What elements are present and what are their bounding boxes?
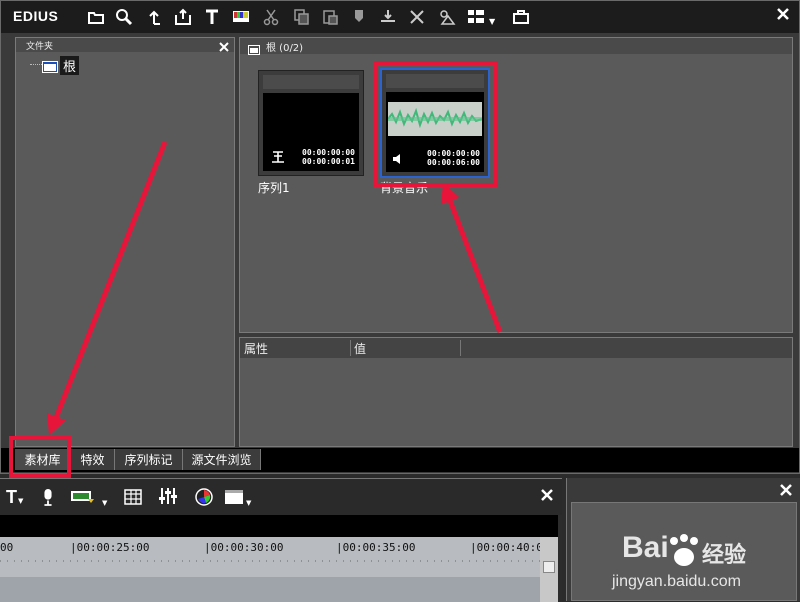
folder-pane-close-icon[interactable] <box>218 38 230 52</box>
clip-pane: 根 (0/2) 00:00:00:00 00:00:00:01 序列1 00:0… <box>239 37 793 333</box>
color-wheel-icon[interactable] <box>194 487 214 511</box>
paste-icon[interactable] <box>320 7 340 27</box>
clip-tc-in: 00:00:00:00 <box>302 148 355 157</box>
folder-icon <box>248 40 260 55</box>
timeline-ruler[interactable]: 00 |00:00:25:00 |00:00:30:00 |00:00:35:0… <box>0 537 543 577</box>
col-header-property[interactable]: 属性 <box>244 340 268 357</box>
watermark-brand-suffix: 经验 <box>702 542 747 567</box>
tab-effects[interactable]: 特效 <box>71 449 115 470</box>
clip-sequence[interactable]: 00:00:00:00 00:00:00:01 <box>258 70 364 176</box>
window-layout-dropdown-icon[interactable]: ▼ <box>246 499 251 507</box>
render-dropdown-icon[interactable]: ▼ <box>102 499 107 507</box>
tab-source-browser[interactable]: 源文件浏览 <box>183 449 261 470</box>
microphone-icon[interactable] <box>40 487 56 511</box>
cut-icon[interactable] <box>261 7 281 27</box>
side-panel-window: Bai 经验 jingyan.baidu.com <box>566 478 800 601</box>
watermark-brand: Bai <box>622 531 669 564</box>
side-panel-close-icon[interactable] <box>779 482 793 496</box>
ruler-label: |00:00:35:00 <box>336 541 416 554</box>
paw-logo-icon <box>664 533 704 569</box>
highlight-box-clip <box>374 61 498 187</box>
scroll-up-icon[interactable] <box>543 561 555 573</box>
column-separator[interactable] <box>460 340 461 356</box>
tab-bar: 素材库 特效 序列标记 源文件浏览 <box>1 448 799 472</box>
col-header-value[interactable]: 值 <box>354 340 366 357</box>
timeline-toolbar: T ▼ ▼ ▼ <box>0 479 562 515</box>
marker-icon[interactable] <box>349 7 369 27</box>
timeline-window: T ▼ ▼ ▼ 00 |00:00:25:00 |00:00:30:00 |00… <box>0 478 562 602</box>
app-logo: EDIUS <box>13 8 59 24</box>
folder-icon[interactable] <box>42 58 58 73</box>
view-mode-icon[interactable] <box>466 7 486 27</box>
clip-pane-title: 根 (0/2) <box>266 43 304 54</box>
folder-pane-header: 文件夹 <box>16 38 234 52</box>
text-tool-dropdown-icon[interactable]: ▼ <box>18 497 23 505</box>
clip-thumbnail: 00:00:00:00 00:00:00:01 <box>263 93 359 171</box>
ruler-label: |00:00:25:00 <box>70 541 150 554</box>
bin-close-icon[interactable] <box>775 6 791 22</box>
ruler-label: |00:00:30:00 <box>204 541 284 554</box>
bin-toolbar: EDIUS ▼ <box>1 1 799 33</box>
mixer-icon[interactable] <box>158 487 178 509</box>
color-bars-icon[interactable] <box>231 7 251 27</box>
sequence-icon <box>271 149 285 168</box>
render-icon[interactable] <box>70 489 96 509</box>
folder-pane: 文件夹 根 <box>15 37 235 447</box>
clip-tc-out: 00:00:00:01 <box>302 157 355 166</box>
tree-item-root[interactable]: 根 <box>60 56 80 75</box>
watermark-url: jingyan.baidu.com <box>612 573 741 590</box>
view-mode-dropdown-icon[interactable]: ▼ <box>489 17 495 26</box>
timeline-scrollbar[interactable] <box>540 537 558 602</box>
highlight-box-tab <box>9 436 71 478</box>
grid-icon[interactable] <box>124 489 142 509</box>
search-icon[interactable] <box>114 7 134 27</box>
import-icon[interactable] <box>173 7 193 27</box>
ruler-label: 00 <box>0 541 14 554</box>
timeline-track-header <box>0 515 558 537</box>
clip-pane-header: 根 (0/2) <box>240 38 792 55</box>
folder-pane-title: 文件夹 <box>26 42 54 52</box>
clip-name: 序列1 <box>258 181 290 195</box>
window-layout-icon[interactable] <box>224 489 244 509</box>
ruler-label: |00:00:40:0 <box>470 541 543 554</box>
folder-icon[interactable] <box>86 7 106 27</box>
effect-icon[interactable] <box>437 7 457 27</box>
insert-timeline-icon[interactable] <box>378 7 398 27</box>
toolbox-icon[interactable] <box>511 7 531 27</box>
delete-icon[interactable] <box>407 7 427 27</box>
tab-sequence-markers[interactable]: 序列标记 <box>115 449 183 470</box>
copy-icon[interactable] <box>291 7 311 27</box>
timeline-close-icon[interactable] <box>540 487 554 501</box>
properties-pane: 属性 值 <box>239 337 793 447</box>
side-panel-content: Bai 经验 jingyan.baidu.com <box>571 502 797 601</box>
clip-label-bar <box>263 75 359 89</box>
properties-header: 属性 值 <box>240 338 792 358</box>
text-icon[interactable] <box>202 7 222 27</box>
column-separator[interactable] <box>350 340 351 356</box>
timeline-track-area[interactable] <box>0 577 540 602</box>
ruler-ticks <box>0 560 540 562</box>
text-tool-icon[interactable]: T <box>6 487 17 508</box>
up-folder-icon[interactable] <box>144 7 164 27</box>
